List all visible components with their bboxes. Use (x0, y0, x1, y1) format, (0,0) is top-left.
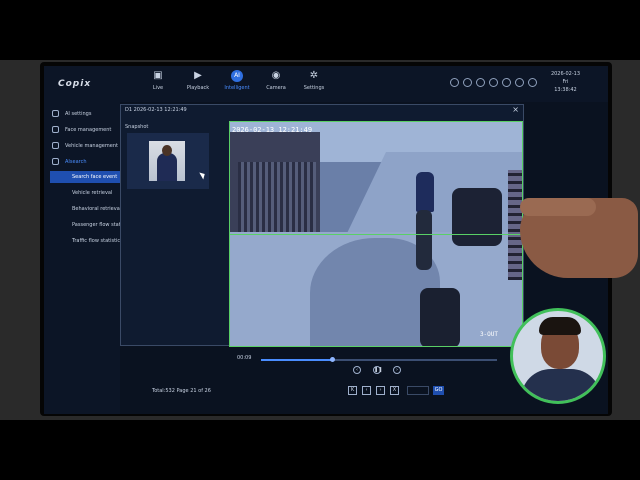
nav-settings[interactable]: ✲ Settings (294, 70, 334, 91)
video-person (416, 172, 434, 212)
nav-camera[interactable]: ◉ Camera (256, 70, 296, 91)
next-button[interactable]: › (393, 366, 401, 374)
sidebar-item-label: Face management (65, 126, 112, 133)
top-navigation-bar: Copix ▣ Live ▶ Playback AI Intelligent ◉… (44, 66, 608, 102)
ai-settings-icon (52, 110, 59, 117)
network-icon[interactable] (463, 78, 472, 87)
go-button[interactable]: GO (433, 386, 444, 395)
play-icon: ▶ (194, 70, 202, 81)
next-page-button[interactable]: › (376, 386, 385, 395)
snapshot-label: Snapshot (125, 124, 149, 130)
playback-time: 00:09 (237, 355, 252, 361)
clipboard-icon[interactable] (489, 78, 498, 87)
clock-day: Fri (562, 79, 569, 85)
sidebar-sub-search-face-event[interactable]: Search face event (50, 171, 120, 183)
playback-progress-handle[interactable] (329, 357, 335, 362)
presenter-body (521, 369, 601, 401)
presenter-hair (539, 317, 581, 335)
video-player[interactable]: 2026-02-13 12:21:49 3-OUT (229, 121, 523, 347)
sidebar-sub-vehicle-retrieval[interactable]: Vehicle retrieval (72, 190, 112, 196)
presenter-webcam (510, 308, 606, 404)
previous-button[interactable]: ‹ (353, 366, 361, 374)
video-timestamp: 2026-02-13 12:21:49 (232, 126, 313, 134)
camera-icon: ▣ (153, 70, 163, 81)
clock-date: 2026-02-13 (550, 71, 580, 77)
sidebar-sub-passenger-flow[interactable]: Passenger flow statis (72, 222, 125, 228)
nav-camera-label: Camera (266, 85, 286, 91)
letterbox-bottom (0, 420, 640, 480)
first-page-button[interactable]: K (348, 386, 357, 395)
alarm-icon[interactable] (502, 78, 511, 87)
snapshot-thumbnail[interactable] (127, 133, 209, 189)
gear-icon: ✲ (309, 70, 319, 81)
last-page-button[interactable]: X (390, 386, 399, 395)
sidebar-item-vehicle-management[interactable]: Vehicle management (52, 142, 118, 149)
playback-progress-bar[interactable] (261, 357, 497, 362)
sidebar-sub-traffic-flow[interactable]: Traffic flow statistic (72, 238, 120, 244)
sidebar-item-ai-settings[interactable]: AI settings (52, 110, 91, 117)
sidebar-item-aisearch[interactable]: AIsearch (52, 158, 87, 165)
sidebar: AI settings Face management Vehicle mana… (44, 102, 125, 414)
volume-icon[interactable] (515, 78, 524, 87)
nav-playback-label: Playback (186, 85, 210, 91)
video-camera-label: 3-OUT (479, 331, 498, 338)
snapshot-person (157, 153, 177, 181)
snapshot-head (162, 145, 172, 156)
nav-playback[interactable]: ▶ Playback (178, 70, 218, 91)
search-icon (52, 158, 59, 165)
vehicle-icon (52, 142, 59, 149)
clock: 2026-02-13 Fri 13:38:42 (551, 70, 580, 94)
pause-button[interactable]: ❚❚ (373, 366, 382, 374)
sidebar-item-label: Vehicle management (65, 142, 118, 149)
dialog-header: D1 2026-02-13 12:21:49 (125, 107, 187, 113)
nav-live[interactable]: ▣ Live (138, 70, 178, 91)
page-number-input[interactable] (407, 386, 429, 395)
brand-logo: Copix (58, 79, 92, 89)
face-icon (52, 126, 59, 133)
letterbox-top (0, 0, 640, 60)
webcam-icon: ◉ (271, 70, 281, 81)
result-total: Total:532 Page 21 of 26 (152, 388, 211, 394)
nav-live-label: Live (152, 85, 164, 91)
ai-icon: AI (231, 70, 243, 82)
system-icons (450, 78, 537, 87)
nav-settings-label: Settings (303, 85, 325, 91)
event-playback-dialog: D1 2026-02-13 12:21:49 × Snapshot 2026-0… (120, 104, 524, 374)
detection-line (230, 234, 522, 235)
presenter-finger (520, 198, 596, 216)
nav-intelligent-label: Intelligent (224, 85, 250, 91)
sidebar-item-label: AIsearch (65, 158, 87, 165)
nav-intelligent[interactable]: AI Intelligent (217, 70, 257, 91)
video-scooter (416, 210, 432, 270)
sidebar-item-label: AI settings (65, 110, 92, 117)
sidebar-sub-behavioral-retrieval[interactable]: Behavioral retrieval (72, 206, 121, 212)
clock-time: 13:38:42 (554, 87, 577, 93)
close-icon[interactable]: × (512, 105, 519, 114)
sidebar-item-face-management[interactable]: Face management (52, 126, 111, 133)
video-foreground-scooter (420, 288, 460, 346)
info-icon[interactable] (450, 78, 459, 87)
refresh-icon[interactable] (476, 78, 485, 87)
playback-progress-fill (261, 359, 332, 361)
video-parked-scooter (452, 188, 502, 246)
video-gate (238, 162, 316, 232)
power-icon[interactable] (528, 78, 537, 87)
prev-page-button[interactable]: ‹ (362, 386, 371, 395)
